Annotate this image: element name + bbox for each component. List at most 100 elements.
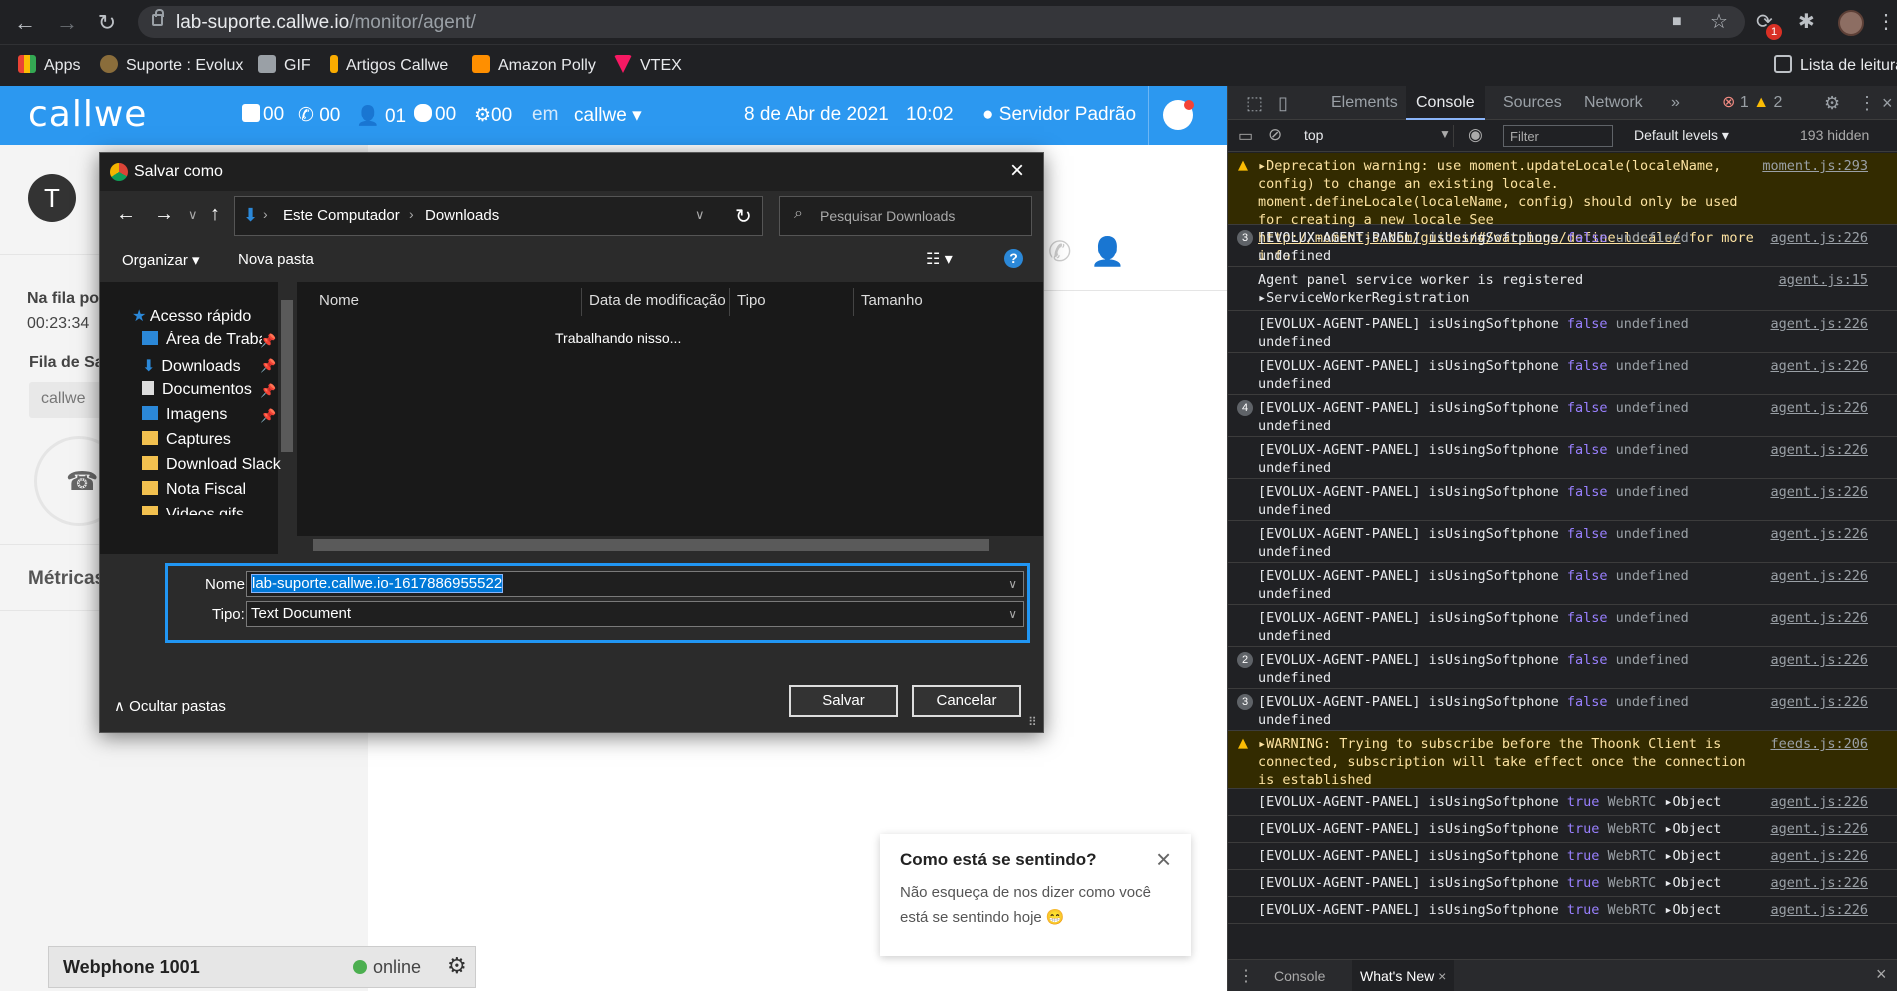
column-size[interactable]: Tamanho bbox=[861, 292, 923, 309]
server-select[interactable]: ● Servidor Padrão bbox=[982, 104, 1136, 126]
stat-user[interactable]: 👤 01 bbox=[356, 104, 406, 128]
column-name[interactable]: Nome bbox=[319, 292, 359, 309]
refresh-icon[interactable]: ↻ bbox=[735, 204, 752, 229]
menu-icon[interactable]: ⋮ bbox=[1876, 9, 1896, 35]
tab-network[interactable]: Network bbox=[1574, 86, 1653, 120]
forward-icon[interactable]: → bbox=[54, 10, 80, 36]
bookmark-artigos[interactable]: Artigos Callwe bbox=[330, 53, 448, 79]
camera-icon[interactable]: ■ bbox=[1672, 9, 1682, 35]
reading-list[interactable]: Lista de leitura bbox=[1774, 53, 1897, 79]
add-user-icon[interactable]: 👤 bbox=[1090, 235, 1125, 268]
bookmark-vtex[interactable]: VTEX bbox=[614, 53, 682, 79]
search-input[interactable]: ⌕ Pesquisar Downloads bbox=[779, 196, 1032, 236]
nav-downloads[interactable]: ⬇ Downloads bbox=[142, 356, 241, 380]
scroll-thumb[interactable] bbox=[281, 300, 293, 452]
breadcrumb-this-pc[interactable]: Este Computador bbox=[283, 207, 400, 224]
reload-icon[interactable]: ↻ bbox=[94, 10, 120, 36]
nav-documents[interactable]: Documentos bbox=[142, 381, 252, 405]
chevron-down-icon[interactable]: ∨ bbox=[695, 207, 705, 223]
chevron-down-icon[interactable]: ∨ bbox=[188, 207, 198, 223]
hide-folders-toggle[interactable]: ∧ Ocultar pastas bbox=[114, 697, 226, 715]
close-icon[interactable]: × bbox=[1872, 86, 1897, 120]
resize-grip-icon[interactable]: ⠿ bbox=[1028, 715, 1037, 729]
repeat-count: 3 bbox=[1237, 230, 1253, 246]
column-modified[interactable]: Data de modificação bbox=[589, 292, 726, 309]
feedback-toast: Como está se sentindo? × Não esqueça de … bbox=[880, 834, 1191, 956]
star-icon[interactable]: ☆ bbox=[1710, 9, 1728, 35]
forward-icon[interactable]: → bbox=[154, 203, 174, 226]
device-toolbar-icon[interactable]: ▯ bbox=[1268, 86, 1298, 120]
bookmarks-bar: Apps Suporte : Evolux GIF Artigos Callwe… bbox=[0, 44, 1897, 86]
bookmark-polly[interactable]: Amazon Polly bbox=[472, 53, 596, 79]
address-breadcrumb[interactable]: ⬇ › Este Computador › Downloads ∨ ↻ bbox=[234, 196, 763, 236]
stat-chat[interactable]: 00 bbox=[414, 104, 456, 126]
stat-calendar[interactable]: 00 bbox=[242, 104, 284, 126]
nav-images[interactable]: Imagens bbox=[142, 406, 227, 430]
nav-label: Nota Fiscal bbox=[166, 481, 247, 498]
filetype-select[interactable]: Text Document ∨ bbox=[246, 601, 1024, 627]
nav-quick-access[interactable]: ★ Acesso rápido bbox=[132, 306, 251, 330]
bookmark-apps[interactable]: Apps bbox=[18, 53, 80, 79]
close-icon[interactable]: × bbox=[1156, 844, 1171, 875]
address-bar[interactable]: lab-suporte.callwe.io/monitor/agent/ bbox=[138, 6, 1745, 38]
gear-icon[interactable]: ⚙ bbox=[1814, 86, 1850, 120]
cancel-button[interactable]: Cancelar bbox=[912, 685, 1021, 717]
log-entry: [EVOLUX-AGENT-PANEL] isUsingSoftphone tr… bbox=[1228, 789, 1897, 816]
back-icon[interactable]: ← bbox=[12, 10, 38, 36]
vertical-scrollbar[interactable] bbox=[278, 282, 296, 554]
nav-desktop[interactable]: Área de Traba bbox=[142, 331, 262, 355]
log-levels-select[interactable]: Default levels ▾ bbox=[1634, 127, 1729, 144]
tab-elements[interactable]: Elements bbox=[1321, 86, 1408, 120]
phone-icon[interactable]: ✆ bbox=[1048, 235, 1071, 268]
close-icon[interactable]: × bbox=[1010, 157, 1024, 185]
drawer-menu-icon[interactable]: ⋮ bbox=[1238, 966, 1254, 986]
log-entry: 3 [EVOLUX-AGENT-PANEL] isUsingSoftphone f… bbox=[1228, 225, 1897, 267]
clear-console-icon[interactable]: ⊘ bbox=[1268, 125, 1282, 145]
back-icon[interactable]: ← bbox=[116, 203, 136, 226]
close-icon[interactable]: × bbox=[1876, 964, 1887, 985]
calendar-icon bbox=[242, 104, 260, 122]
drawer-tab-console[interactable]: Console bbox=[1274, 968, 1325, 984]
filename-input[interactable]: lab-suporte.callwe.io-1617886955522 ∨ bbox=[246, 571, 1024, 597]
new-folder-button[interactable]: Nova pasta bbox=[238, 251, 314, 268]
log-entry: [EVOLUX-AGENT-PANEL] isUsingSoftphone fa… bbox=[1228, 311, 1897, 353]
breadcrumb-downloads[interactable]: Downloads bbox=[425, 207, 499, 224]
more-tabs-icon[interactable]: » bbox=[1661, 86, 1690, 120]
tab-sources[interactable]: Sources bbox=[1493, 86, 1572, 120]
bookmark-gif[interactable]: GIF bbox=[258, 53, 311, 79]
nav-download-slack[interactable]: Download Slack bbox=[142, 456, 281, 480]
nav-captures[interactable]: Captures bbox=[142, 431, 231, 455]
stat-phone[interactable]: ✆ 00 bbox=[298, 104, 340, 127]
organize-menu[interactable]: Organizar ▾ bbox=[122, 251, 200, 269]
scroll-thumb[interactable] bbox=[313, 539, 989, 551]
tab-console[interactable]: Console bbox=[1406, 86, 1485, 120]
eye-icon[interactable]: ◉ bbox=[1468, 125, 1483, 145]
fila-value: callwe bbox=[41, 390, 86, 407]
sidebar-toggle-icon[interactable]: ▭ bbox=[1238, 126, 1253, 146]
context-select[interactable]: top ▼ bbox=[1304, 125, 1454, 147]
account-select[interactable]: callwe ▾ bbox=[574, 104, 642, 127]
help-icon[interactable]: ? bbox=[1004, 249, 1023, 268]
chevron-down-icon[interactable]: ∨ bbox=[1008, 572, 1017, 596]
nav-nota-fiscal[interactable]: Nota Fiscal bbox=[142, 481, 246, 505]
bookmark-suporte[interactable]: Suporte : Evolux bbox=[100, 53, 243, 79]
filetype-value: Text Document bbox=[251, 605, 352, 622]
up-icon[interactable]: ↑ bbox=[210, 203, 220, 226]
drawer-tab-whats-new[interactable]: What's New × bbox=[1352, 960, 1455, 991]
puzzle-icon[interactable]: ✱ bbox=[1798, 9, 1815, 35]
close-icon[interactable]: × bbox=[1438, 968, 1446, 984]
view-options-icon[interactable]: ☷ ▾ bbox=[926, 249, 953, 269]
issues-counter[interactable]: ⊗ 1 ▲ 2 bbox=[1712, 86, 1792, 120]
column-type[interactable]: Tipo bbox=[737, 292, 766, 309]
save-button[interactable]: Salvar bbox=[789, 685, 898, 717]
gear-icon[interactable]: ⚙ bbox=[447, 953, 467, 979]
webphone-bar[interactable]: Webphone 1001 online ⚙ bbox=[48, 946, 476, 988]
nav-label: Videos gifs bbox=[166, 506, 244, 515]
stat-settings[interactable]: ⚙00 bbox=[474, 104, 512, 127]
chevron-down-icon[interactable]: ∨ bbox=[1008, 602, 1017, 626]
nav-videos-gifs[interactable]: Videos gifs bbox=[142, 506, 244, 515]
profile-avatar[interactable] bbox=[1838, 10, 1864, 36]
telephone-icon[interactable]: ☎ bbox=[66, 466, 98, 497]
filter-input[interactable]: Filter bbox=[1503, 125, 1613, 147]
horizontal-scrollbar[interactable] bbox=[297, 536, 1043, 554]
